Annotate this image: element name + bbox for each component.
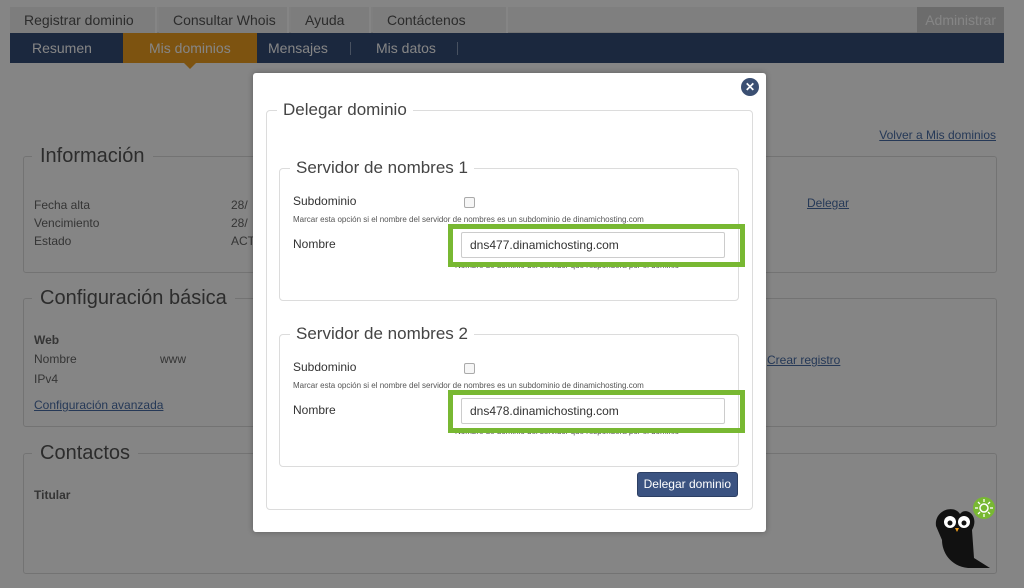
nameserver-1-legend: Servidor de nombres 1 — [296, 158, 468, 177]
subdomain-label: Subdominio — [293, 194, 357, 208]
highlight-frame — [448, 390, 745, 433]
nameserver-2-legend: Servidor de nombres 2 — [296, 324, 468, 343]
owl-mascot-icon[interactable] — [928, 496, 1000, 570]
delegate-domain-modal: ✕ Delegar dominio Servidor de nombres 1 … — [253, 73, 766, 532]
subdomain-hint: Marcar esta opción si el nombre del serv… — [293, 215, 644, 224]
subdomain-checkbox[interactable] — [464, 197, 475, 208]
name-label: Nombre — [293, 403, 336, 417]
delegate-domain-button[interactable]: Delegar dominio — [636, 472, 738, 497]
nameserver-1-fieldset: Servidor de nombres 1 Subdominio Marcar … — [279, 158, 745, 301]
highlight-frame — [448, 224, 745, 267]
delegate-fieldset: Delegar dominio Servidor de nombres 1 Su… — [266, 100, 753, 510]
close-icon[interactable]: ✕ — [741, 78, 759, 96]
modal-title: Delegar dominio — [283, 100, 407, 119]
nameserver-2-fieldset: Servidor de nombres 2 Subdominio Marcar … — [279, 324, 745, 467]
subdomain-label: Subdominio — [293, 360, 357, 374]
name-label: Nombre — [293, 237, 336, 251]
subdomain-checkbox[interactable] — [464, 363, 475, 374]
subdomain-hint: Marcar esta opción si el nombre del serv… — [293, 381, 644, 390]
